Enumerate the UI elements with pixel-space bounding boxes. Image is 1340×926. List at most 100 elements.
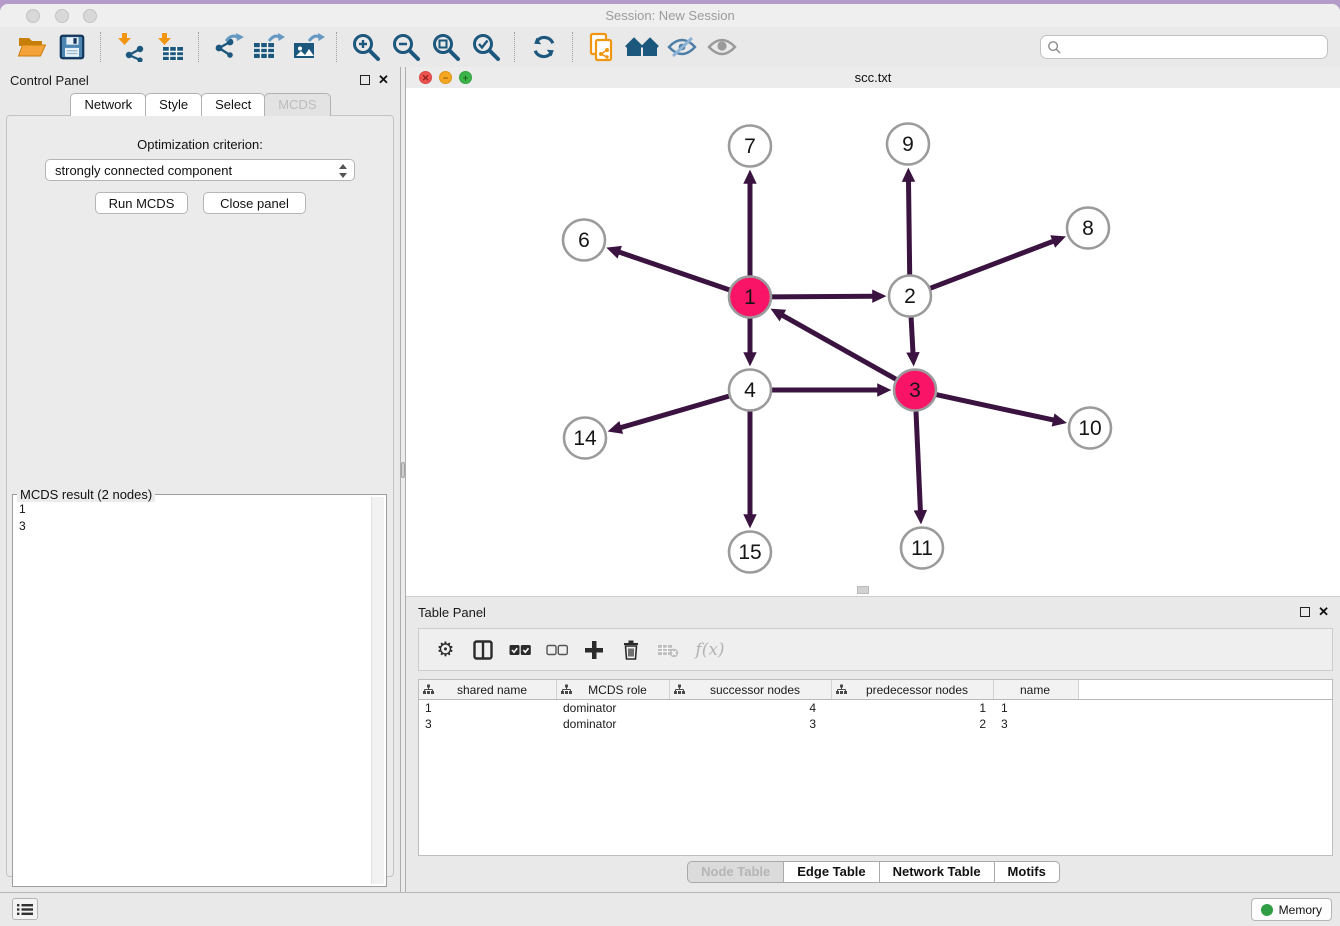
tab-network[interactable]: Network bbox=[70, 93, 146, 116]
graph-edge-4-14[interactable] bbox=[621, 396, 730, 428]
tab-node-table[interactable]: Node Table bbox=[687, 861, 784, 883]
column-header-shared-name[interactable]: shared name bbox=[419, 680, 557, 699]
memory-label: Memory bbox=[1279, 903, 1322, 917]
control-panel-tabs: NetworkStyleSelectMCDS bbox=[0, 93, 400, 116]
graph-node-label: 14 bbox=[573, 427, 597, 450]
show-column-button[interactable] bbox=[464, 632, 501, 668]
mcds-result-list[interactable]: 13 bbox=[19, 501, 370, 884]
table-tabs: Node TableEdge TableNetwork TableMotifs bbox=[406, 861, 1340, 883]
chevron-up-down-icon bbox=[338, 163, 348, 179]
close-panel-button[interactable]: Close panel bbox=[203, 192, 306, 214]
cell-shared-name: 1 bbox=[419, 701, 557, 715]
network-canvas[interactable]: 7 9 6 8 1 2 4 3 14 10 15 11 bbox=[406, 88, 1340, 596]
graph-node-14[interactable]: 14 bbox=[564, 418, 606, 459]
tab-network-table[interactable]: Network Table bbox=[879, 861, 995, 883]
delete-table-button[interactable] bbox=[649, 632, 686, 668]
column-header-predecessor-nodes[interactable]: predecessor nodes bbox=[832, 680, 994, 699]
graph-edge-2-9[interactable] bbox=[909, 181, 910, 275]
save-session-button[interactable] bbox=[52, 29, 92, 65]
column-header-name[interactable]: name bbox=[994, 680, 1079, 699]
tab-motifs[interactable]: Motifs bbox=[994, 861, 1060, 883]
mcds-result-title: MCDS result (2 nodes) bbox=[17, 487, 155, 502]
create-column-button[interactable] bbox=[575, 632, 612, 668]
main-toolbar bbox=[0, 27, 1340, 68]
task-history-button[interactable] bbox=[12, 898, 38, 920]
tab-edge-table[interactable]: Edge Table bbox=[783, 861, 879, 883]
close-panel-icon[interactable]: ✕ bbox=[378, 72, 389, 88]
column-header-MCDS-role[interactable]: MCDS role bbox=[557, 680, 670, 699]
graph-node-9[interactable]: 9 bbox=[887, 124, 929, 165]
network-graph[interactable]: 7 9 6 8 1 2 4 3 14 10 15 11 bbox=[406, 88, 1340, 596]
tab-mcds[interactable]: MCDS bbox=[264, 93, 330, 116]
graph-node-10[interactable]: 10 bbox=[1069, 408, 1111, 449]
unselect-all-button[interactable] bbox=[538, 632, 575, 668]
column-header-successor-nodes[interactable]: successor nodes bbox=[670, 680, 832, 699]
graph-edge-3-11[interactable] bbox=[916, 412, 920, 512]
table-row[interactable]: 1dominator411 bbox=[419, 700, 1332, 716]
toolbar-separator bbox=[514, 32, 516, 62]
column-header-label: name bbox=[998, 683, 1078, 697]
graph-node-label: 15 bbox=[738, 541, 761, 564]
column-header-label: predecessor nodes bbox=[847, 683, 993, 697]
search-input[interactable] bbox=[1040, 35, 1328, 59]
run-mcds-button[interactable]: Run MCDS bbox=[95, 192, 188, 214]
graph-node-1[interactable]: 1 bbox=[729, 277, 771, 318]
vertical-splitter-handle[interactable] bbox=[401, 462, 405, 478]
graph-edge-2-8[interactable] bbox=[930, 241, 1053, 288]
graph-node-4[interactable]: 4 bbox=[729, 370, 771, 411]
graph-node-7[interactable]: 7 bbox=[729, 126, 771, 167]
zoom-in-button[interactable] bbox=[346, 29, 386, 65]
result-scrollbar[interactable] bbox=[371, 497, 384, 884]
unchecked-boxes-icon bbox=[546, 644, 568, 656]
criterion-select[interactable]: strongly connected component bbox=[45, 159, 355, 181]
refresh-button[interactable] bbox=[524, 29, 564, 65]
first-neighbors-button[interactable] bbox=[622, 29, 662, 65]
tab-select[interactable]: Select bbox=[201, 93, 265, 116]
toolbar-separator bbox=[198, 32, 200, 62]
search-icon bbox=[1047, 40, 1062, 55]
export-table-button[interactable] bbox=[248, 29, 288, 65]
folder-open-icon bbox=[17, 35, 47, 60]
memory-button[interactable]: Memory bbox=[1251, 898, 1332, 921]
select-all-button[interactable] bbox=[501, 632, 538, 668]
import-table-button[interactable] bbox=[150, 29, 190, 65]
graph-edge-2-3[interactable] bbox=[911, 318, 913, 354]
graph-node-3[interactable]: 3 bbox=[894, 370, 936, 411]
export-network-button[interactable] bbox=[208, 29, 248, 65]
show-all-button[interactable] bbox=[702, 29, 742, 65]
delete-table-icon bbox=[657, 642, 679, 658]
graph-node-6[interactable]: 6 bbox=[563, 220, 605, 261]
export-image-icon bbox=[291, 32, 325, 62]
graph-node-11[interactable]: 11 bbox=[901, 528, 943, 569]
graph-edge-1-2[interactable] bbox=[772, 296, 874, 297]
function-builder-button[interactable]: f(x) bbox=[686, 632, 734, 668]
table-close-icon[interactable]: ✕ bbox=[1318, 604, 1329, 620]
graph-node-8[interactable]: 8 bbox=[1067, 208, 1109, 249]
graph-node-2[interactable]: 2 bbox=[889, 276, 931, 317]
houses-icon bbox=[625, 34, 659, 60]
import-network-button[interactable] bbox=[110, 29, 150, 65]
graph-edge-3-10[interactable] bbox=[936, 395, 1054, 421]
float-panel-icon[interactable] bbox=[360, 75, 370, 85]
table-row[interactable]: 3dominator323 bbox=[419, 716, 1332, 732]
zoom-fit-button[interactable] bbox=[426, 29, 466, 65]
import-network-icon bbox=[115, 32, 145, 62]
new-network-from-selection-button[interactable] bbox=[582, 29, 622, 65]
status-bar: Memory bbox=[0, 892, 1340, 926]
zoom-selected-icon bbox=[471, 32, 501, 62]
zoom-out-button[interactable] bbox=[386, 29, 426, 65]
graph-edge-3-1[interactable] bbox=[782, 315, 896, 379]
attribute-tree-icon bbox=[836, 684, 847, 695]
open-file-button[interactable] bbox=[12, 29, 52, 65]
table-float-icon[interactable] bbox=[1300, 607, 1310, 617]
export-table-icon bbox=[251, 32, 285, 62]
table-settings-button[interactable]: ⚙ bbox=[427, 632, 464, 668]
tab-style[interactable]: Style bbox=[145, 93, 202, 116]
delete-column-button[interactable] bbox=[612, 632, 649, 668]
hide-selected-button[interactable] bbox=[662, 29, 702, 65]
horizontal-splitter-handle[interactable] bbox=[857, 586, 869, 594]
zoom-selected-button[interactable] bbox=[466, 29, 506, 65]
graph-edge-1-6[interactable] bbox=[619, 252, 730, 290]
graph-node-15[interactable]: 15 bbox=[729, 532, 771, 573]
export-image-button[interactable] bbox=[288, 29, 328, 65]
